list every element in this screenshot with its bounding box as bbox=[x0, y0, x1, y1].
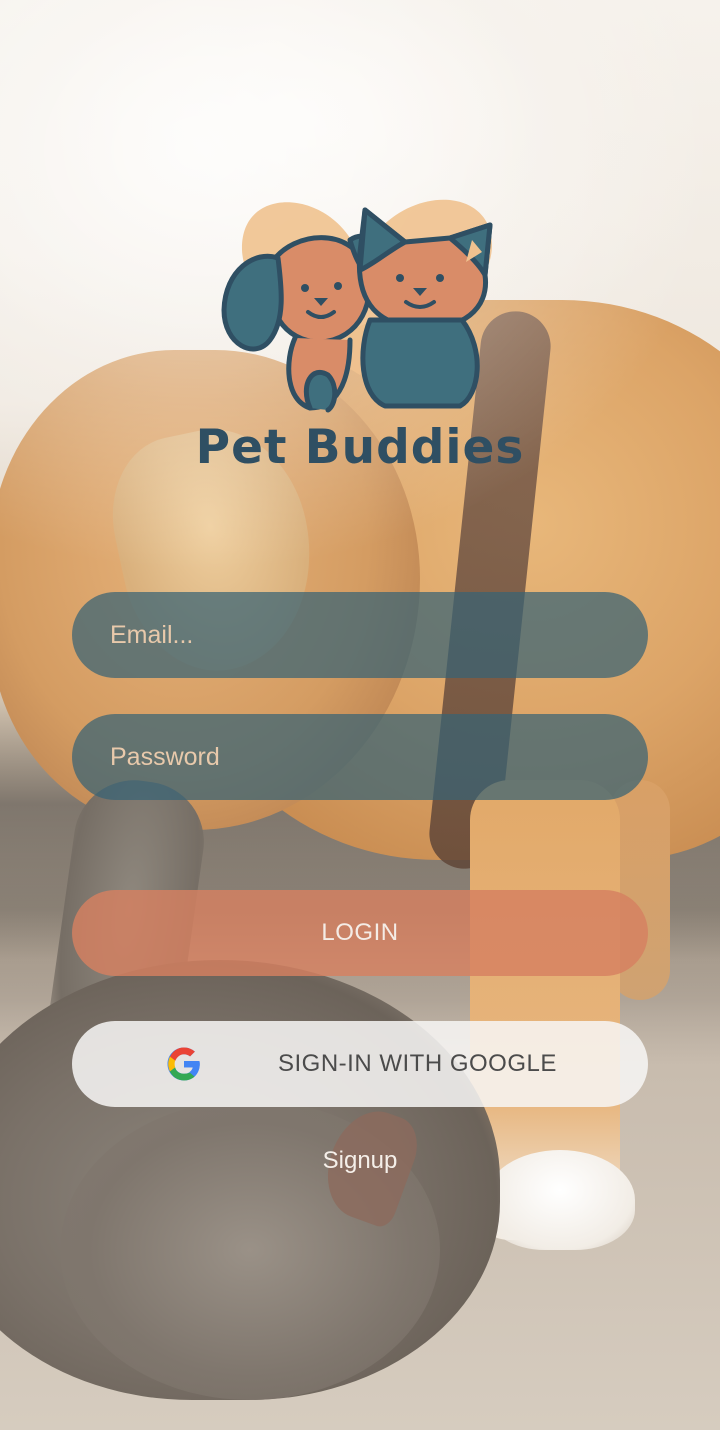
google-g-icon bbox=[167, 1047, 200, 1081]
login-button-label: LOGIN bbox=[321, 919, 399, 946]
email-field[interactable] bbox=[72, 592, 648, 678]
password-input[interactable] bbox=[108, 741, 612, 773]
login-button[interactable]: LOGIN bbox=[72, 890, 648, 976]
brand-title: Pet Buddies bbox=[195, 420, 525, 475]
google-signin-label: SIGN-IN WITH GOOGLE bbox=[278, 1050, 557, 1077]
password-field[interactable] bbox=[72, 714, 648, 800]
email-input[interactable] bbox=[108, 619, 612, 651]
google-signin-button[interactable]: SIGN-IN WITH GOOGLE bbox=[72, 1021, 648, 1107]
signup-link[interactable]: Signup bbox=[0, 1147, 720, 1175]
